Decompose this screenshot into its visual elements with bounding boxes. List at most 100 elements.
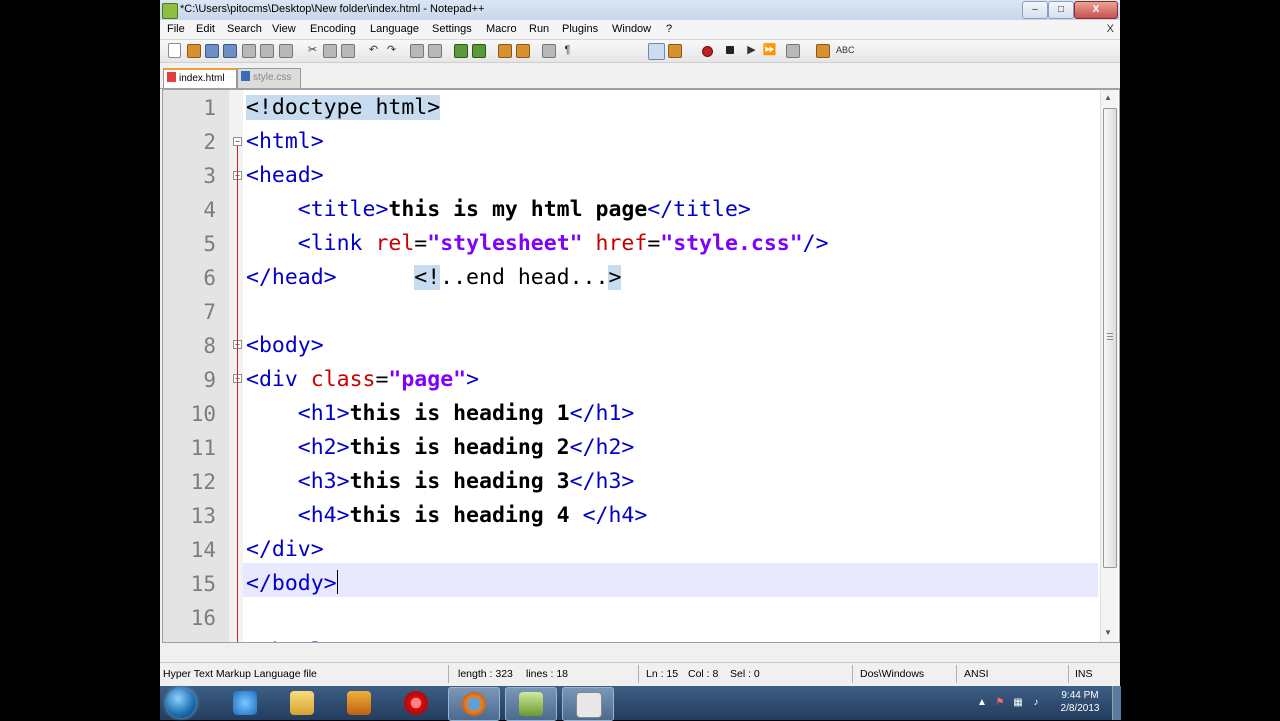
taskbar-firefox[interactable]	[448, 687, 500, 721]
folder-icon[interactable]	[816, 44, 830, 58]
close-button[interactable]: X	[1074, 1, 1118, 19]
code-token: "page"	[388, 367, 467, 392]
opera-icon	[404, 691, 428, 715]
zoom-out-icon[interactable]	[472, 44, 486, 58]
menu-plugins[interactable]: Plugins	[562, 23, 598, 35]
taskbar-blank-window[interactable]	[562, 687, 614, 721]
tab-style-css[interactable]: style.css	[237, 68, 301, 88]
spell-check-icon[interactable]: ABC	[836, 43, 855, 58]
menu-help[interactable]: ?	[666, 23, 672, 35]
close-document-button[interactable]: X	[1107, 23, 1114, 35]
line-number: 4	[203, 198, 216, 222]
scroll-up-arrow[interactable]: ▲	[1104, 93, 1112, 102]
taskbar-media-player[interactable]	[334, 687, 384, 719]
vertical-scrollbar[interactable]: ▲ ▼	[1100, 90, 1118, 642]
start-button[interactable]	[166, 688, 196, 718]
sync-vertical-icon[interactable]	[498, 44, 512, 58]
cut-icon[interactable]: ✂	[305, 43, 320, 58]
action-center-icon[interactable]: ⚑	[994, 697, 1006, 709]
code-token: <h3>	[297, 469, 350, 494]
code-line: <head>	[246, 159, 324, 193]
minimize-button[interactable]: –	[1022, 1, 1048, 19]
code-token: </head>	[246, 265, 337, 290]
code-token: </title>	[647, 197, 751, 222]
code-token: this is heading 2	[349, 435, 570, 460]
zoom-in-icon[interactable]	[454, 44, 468, 58]
taskbar-internet-explorer[interactable]	[220, 687, 270, 719]
redo-icon[interactable]: ↷	[384, 43, 399, 58]
taskbar-opera[interactable]	[391, 687, 441, 719]
code-token: this is heading 3	[349, 469, 570, 494]
taskbar-file-explorer[interactable]	[277, 687, 327, 719]
show-desktop-button[interactable]	[1112, 686, 1121, 720]
menu-macro[interactable]: Macro	[486, 23, 517, 35]
title-bar[interactable]: *C:\Users\pitocms\Desktop\New folder\ind…	[160, 0, 1120, 20]
sync-horizontal-icon[interactable]	[516, 44, 530, 58]
menu-edit[interactable]: Edit	[196, 23, 215, 35]
status-bar: Hyper Text Markup Language file length :…	[160, 662, 1120, 685]
indent-guide-icon[interactable]	[648, 43, 665, 60]
run-macro-multiple-icon[interactable]: ⏩	[762, 43, 777, 58]
status-insert-mode: INS	[1075, 668, 1093, 680]
maximize-button[interactable]: □	[1048, 1, 1074, 19]
code-line: </html>	[246, 635, 337, 642]
menu-settings[interactable]: Settings	[432, 23, 472, 35]
scroll-down-arrow[interactable]: ▼	[1104, 628, 1112, 637]
print-icon[interactable]	[279, 44, 293, 58]
save-all-icon[interactable]	[223, 44, 237, 58]
fold-toggle-html[interactable]: −	[233, 137, 242, 146]
menu-search[interactable]: Search	[227, 23, 262, 35]
taskbar-notepad-plus-plus[interactable]	[505, 687, 557, 721]
status-encoding: ANSI	[964, 668, 989, 680]
firefox-icon	[462, 692, 486, 716]
stop-macro-icon[interactable]	[726, 46, 734, 54]
network-icon[interactable]: ▦	[1012, 697, 1024, 709]
menu-file[interactable]: File	[167, 23, 185, 35]
close-all-icon[interactable]	[260, 44, 274, 58]
code-editor[interactable]: − − − − <!doctype html><html><head> <tit…	[162, 89, 1120, 643]
menu-encoding[interactable]: Encoding	[310, 23, 356, 35]
tab-index-html[interactable]: index.html	[163, 68, 237, 88]
find-icon[interactable]	[410, 44, 424, 58]
line-number: 14	[190, 538, 216, 562]
save-icon[interactable]	[205, 44, 219, 58]
line-number: 13	[190, 504, 216, 528]
paste-icon[interactable]	[341, 44, 355, 58]
code-token: </html>	[246, 639, 337, 642]
menu-run[interactable]: Run	[529, 23, 549, 35]
show-hidden-icons-icon[interactable]: ▲	[976, 697, 988, 709]
menu-window[interactable]: Window	[612, 23, 651, 35]
code-line: <h4>this is heading 4 </h4>	[246, 499, 648, 533]
menu-view[interactable]: View	[272, 23, 296, 35]
volume-icon[interactable]: ♪	[1030, 697, 1042, 709]
code-line: <title>this is my html page</title>	[246, 193, 751, 227]
close-file-icon[interactable]	[242, 44, 256, 58]
code-token: <h2>	[297, 435, 350, 460]
word-wrap-icon[interactable]	[542, 44, 556, 58]
new-file-icon[interactable]	[168, 43, 181, 58]
code-token: </h4>	[582, 503, 648, 528]
status-sel: Sel : 0	[730, 668, 760, 680]
line-number: 10	[190, 402, 216, 426]
undo-icon[interactable]: ↶	[366, 43, 381, 58]
scroll-thumb[interactable]	[1103, 108, 1117, 568]
text-caret	[336, 570, 338, 594]
clock-date: 2/8/2013	[1060, 703, 1100, 714]
show-all-characters-icon[interactable]: ¶	[560, 43, 575, 58]
save-macro-icon[interactable]	[786, 44, 800, 58]
media-player-icon	[347, 691, 371, 715]
status-col: Col : 8	[688, 668, 719, 680]
replace-icon[interactable]	[428, 44, 442, 58]
clock[interactable]: 9:44 PM 2/8/2013	[1056, 689, 1104, 715]
record-macro-icon[interactable]	[702, 46, 713, 57]
play-macro-icon[interactable]: ▶	[744, 43, 759, 58]
menu-language[interactable]: Language	[370, 23, 419, 35]
copy-icon[interactable]	[323, 44, 337, 58]
user-defined-language-icon[interactable]	[668, 44, 682, 58]
line-number: 8	[203, 334, 216, 358]
open-file-icon[interactable]	[187, 44, 201, 58]
